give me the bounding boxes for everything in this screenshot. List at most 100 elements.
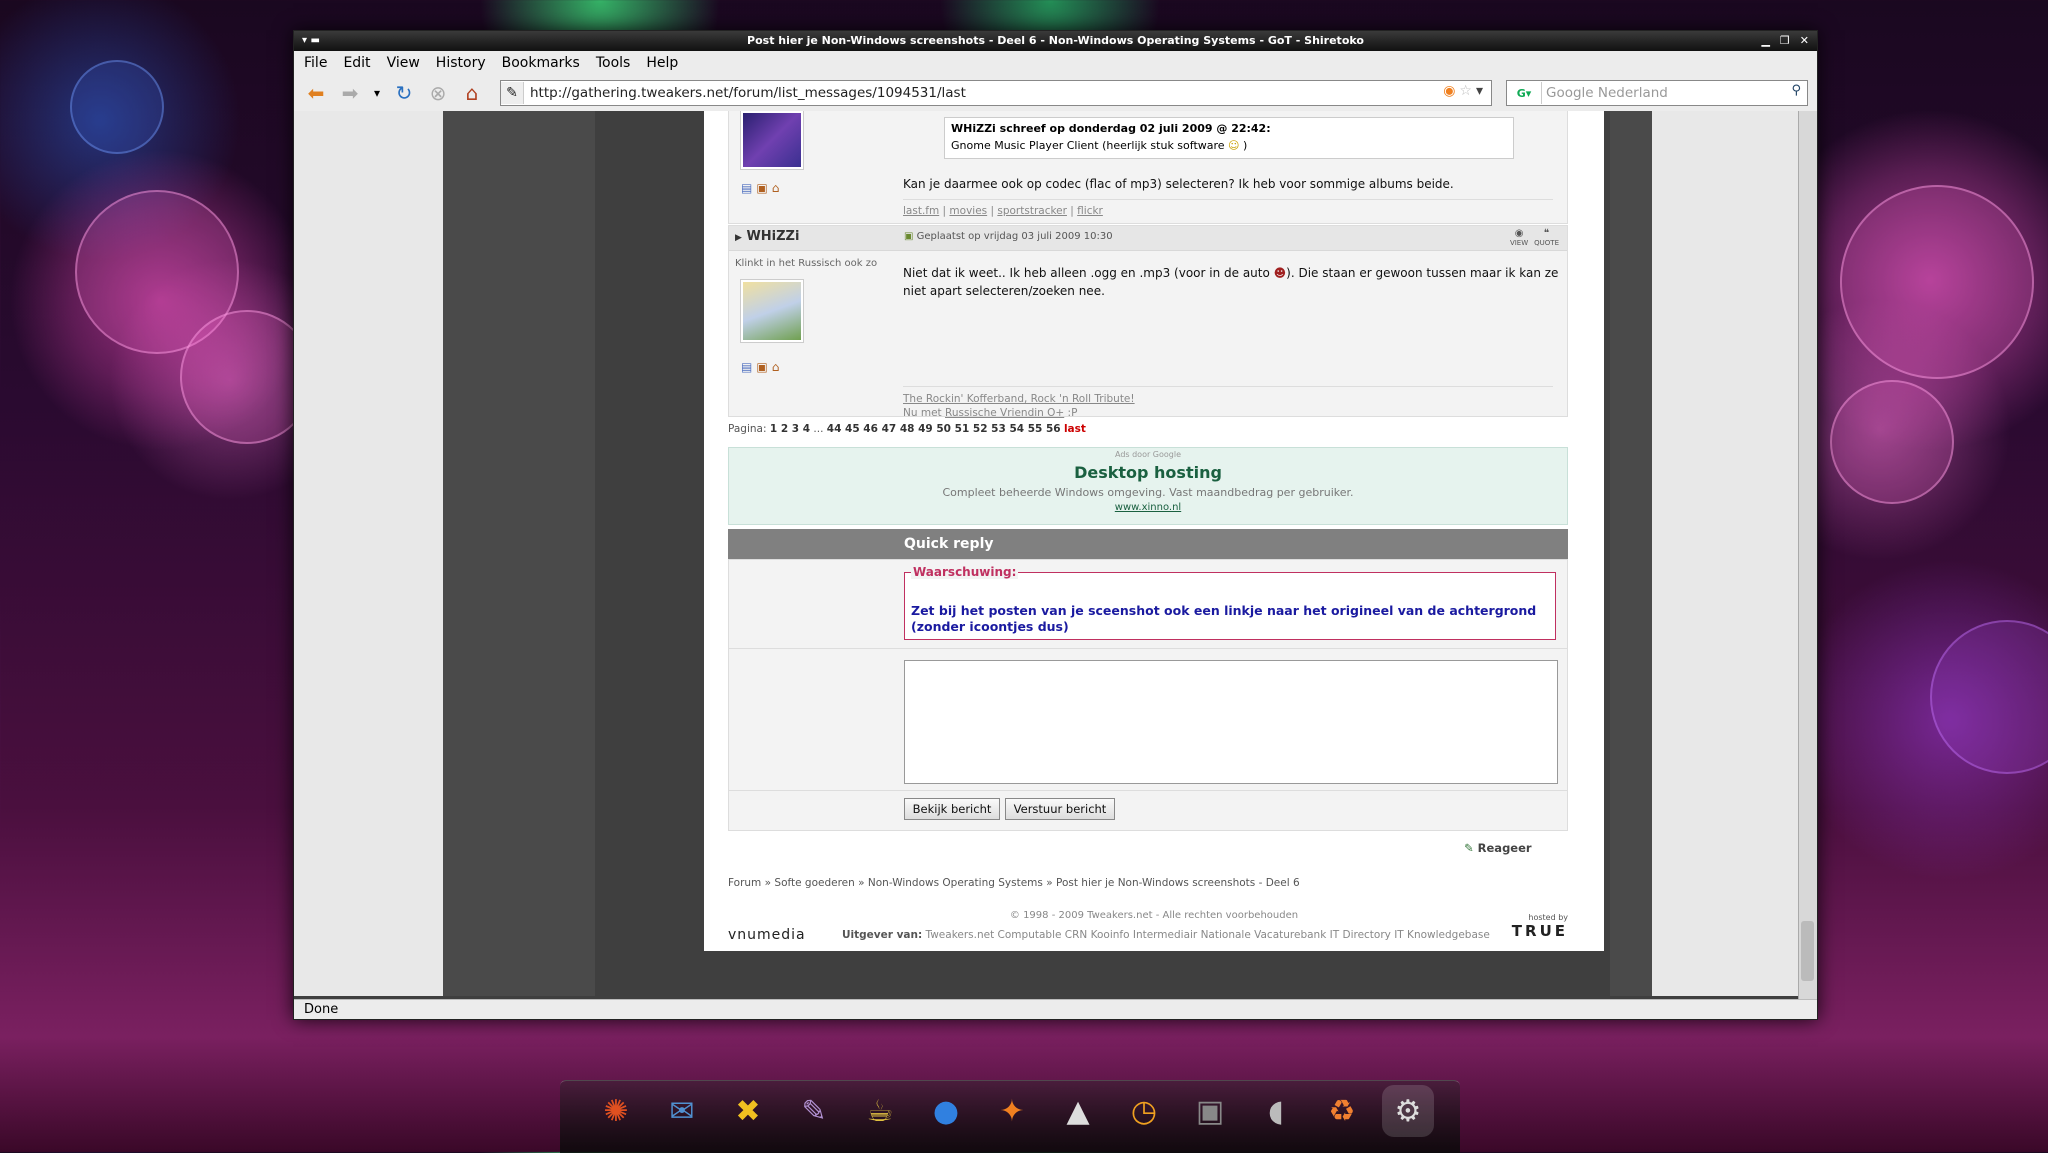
settings-icon[interactable]: ⚙	[1382, 1085, 1434, 1137]
profile-icon[interactable]: ▤	[741, 181, 752, 195]
quote-label: QUOTE	[1534, 239, 1559, 247]
author-name: WHiZZi	[746, 229, 800, 244]
search-icon[interactable]: ⚲	[1791, 83, 1801, 98]
preview-button[interactable]: Bekijk bericht	[904, 798, 1000, 820]
pagination-ellipsis: ...	[813, 423, 824, 435]
sig-link-lastfm[interactable]: last.fm	[903, 205, 939, 217]
user-avatar	[741, 111, 803, 169]
user-icons: ▤ ▣ ⌂	[741, 181, 779, 195]
sig-link-kofferband[interactable]: The Rockin' Kofferband, Rock 'n Roll Tri…	[903, 393, 1135, 405]
globe-icon[interactable]: ●	[920, 1085, 972, 1137]
url-bar[interactable]: ✎ http://gathering.tweakers.net/forum/li…	[500, 80, 1492, 106]
history-dropdown[interactable]: ▾	[370, 79, 384, 107]
quick-reply-title: Quick reply	[904, 536, 994, 552]
pagination-pages[interactable]: 44 45 46 47 48 49 50 51 52 53 54 55 56	[827, 423, 1061, 435]
teapot-icon[interactable]: ☕	[854, 1085, 906, 1137]
back-arrow-icon: ⬅	[307, 81, 325, 105]
reload-button[interactable]: ↻	[390, 79, 418, 107]
post-message: Niet dat ik weet.. Ik heb alleen .ogg en…	[903, 264, 1563, 300]
homepage-icon[interactable]: ⌂	[772, 360, 780, 374]
reply-link[interactable]: ✎ Reageer	[1464, 841, 1532, 855]
google-ad[interactable]: Ads door Google Desktop hosting Compleet…	[728, 447, 1568, 525]
clock-icon[interactable]: ◷	[1118, 1085, 1170, 1137]
home-button[interactable]: ⌂	[458, 79, 486, 107]
quote-button[interactable]: ❝ QUOTE	[1534, 228, 1559, 247]
gallery-icon[interactable]: ▣	[756, 181, 767, 195]
pagination-last[interactable]: last	[1064, 423, 1086, 435]
menu-edit[interactable]: Edit	[343, 55, 370, 71]
page-viewport: WHiZZi schreef op donderdag 02 juli 2009…	[294, 111, 1799, 999]
speaker-icon[interactable]: ▣	[1184, 1085, 1236, 1137]
vnumedia-logo[interactable]: vnumedia	[728, 927, 806, 943]
reply-textarea[interactable]	[904, 660, 1558, 784]
breadcrumb-current-thread[interactable]: Post hier je Non-Windows screenshots - D…	[1056, 877, 1300, 889]
stop-icon: ⊗	[429, 81, 447, 105]
menu-bookmarks[interactable]: Bookmarks	[502, 55, 580, 71]
scrollbar-thumb[interactable]	[1801, 921, 1814, 981]
send-button[interactable]: Verstuur bericht	[1005, 798, 1115, 820]
trash-icon[interactable]: ♻	[1316, 1085, 1368, 1137]
publishers: Uitgever van: Tweakers.net Computable CR…	[842, 929, 1490, 941]
thunderbird-icon[interactable]: ✉	[656, 1085, 708, 1137]
post-header: ▶ WHiZZi ▣ Geplaatst op vrijdag 03 juli …	[729, 226, 1567, 251]
menu-tools[interactable]: Tools	[596, 55, 631, 71]
url-dropdown-icon[interactable]: ▾	[1476, 83, 1483, 99]
publisher-links[interactable]: Tweakers.net Computable CRN Kooinfo Inte…	[926, 929, 1490, 941]
breadcrumb-forum[interactable]: Forum	[728, 877, 761, 889]
page-background-left	[294, 111, 443, 996]
wallpaper-bubble	[1930, 620, 2048, 774]
ubuntu-icon[interactable]: ✺	[590, 1085, 642, 1137]
eye-icon: ◉	[1514, 228, 1524, 239]
sig-link-flickr[interactable]: flickr	[1077, 205, 1103, 217]
menu-history[interactable]: History	[436, 55, 486, 71]
ad-label: Ads door Google	[1114, 450, 1182, 459]
ad-url[interactable]: www.xinno.nl	[729, 502, 1567, 513]
menu-view[interactable]: View	[387, 55, 420, 71]
maximize-icon[interactable]: ❐	[1780, 31, 1790, 51]
pagination-first-pages[interactable]: 1 2 3 4	[770, 423, 810, 435]
reply-icon: ✎	[1464, 841, 1474, 855]
google-engine-icon[interactable]: G▾	[1507, 82, 1542, 104]
forum-post: ▶ WHiZZi ▣ Geplaatst op vrijdag 03 juli …	[728, 225, 1568, 419]
xchat-icon[interactable]: ✖	[722, 1085, 774, 1137]
sig-link-vriendin[interactable]: Russische Vriendin O+	[945, 407, 1064, 419]
vertical-scrollbar[interactable]	[1798, 111, 1817, 999]
ad-description: Compleet beheerde Windows omgeving. Vast…	[942, 486, 1354, 499]
true-logo[interactable]: TRUE	[1512, 922, 1568, 940]
signature: last.fm | movies | sportstracker | flick…	[903, 205, 1103, 217]
window-title: Post hier je Non-Windows screenshots - D…	[747, 34, 1364, 47]
post-author[interactable]: ▶ WHiZZi	[735, 229, 799, 244]
search-bar[interactable]: G▾ Google Nederland ⚲	[1506, 80, 1808, 106]
mountain-icon[interactable]: ▲	[1052, 1085, 1104, 1137]
form-divider	[729, 648, 1567, 649]
volume-icon[interactable]: ◖	[1250, 1085, 1302, 1137]
forward-button[interactable]: ➡	[336, 79, 364, 107]
window-menu-icon[interactable]: ▾ ▬	[302, 31, 320, 51]
gallery-icon[interactable]: ▣	[756, 360, 767, 374]
pidgin-icon[interactable]: ✎	[788, 1085, 840, 1137]
menu-help[interactable]: Help	[646, 55, 678, 71]
minimize-icon[interactable]: ▁	[1761, 31, 1769, 51]
back-button[interactable]: ⬅	[302, 79, 330, 107]
navigation-toolbar: ⬅ ➡ ▾ ↻ ⊗ ⌂ ✎ http://gathering.tweakers.…	[294, 75, 1817, 112]
warning-label: Waarschuwing:	[911, 565, 1019, 579]
sig-link-sportstracker[interactable]: sportstracker	[997, 205, 1067, 217]
rss-icon[interactable]: ◉	[1443, 83, 1455, 99]
homepage-icon[interactable]: ⌂	[772, 181, 780, 195]
search-placeholder: Google Nederland	[1546, 85, 1668, 101]
breadcrumb-softe-goederen[interactable]: Softe goederen	[774, 877, 854, 889]
ad-title[interactable]: Desktop hosting	[729, 463, 1567, 482]
bird-icon[interactable]: ✦	[986, 1085, 1038, 1137]
menu-file[interactable]: File	[304, 55, 327, 71]
sig-link-movies[interactable]: movies	[949, 205, 987, 217]
hosted-by-label: hosted by	[1528, 913, 1568, 922]
view-button[interactable]: ◉ VIEW	[1510, 228, 1528, 247]
site-identity-icon[interactable]: ✎	[501, 82, 524, 104]
quote-text: Gnome Music Player Client (heerlijk stuk…	[951, 139, 1225, 152]
profile-icon[interactable]: ▤	[741, 360, 752, 374]
bookmark-star-icon[interactable]: ☆	[1459, 83, 1472, 99]
close-icon[interactable]: ✕	[1800, 31, 1809, 51]
page-gutter-left	[443, 111, 595, 996]
breadcrumb-non-windows-os[interactable]: Non-Windows Operating Systems	[868, 877, 1043, 889]
stop-button[interactable]: ⊗	[424, 79, 452, 107]
